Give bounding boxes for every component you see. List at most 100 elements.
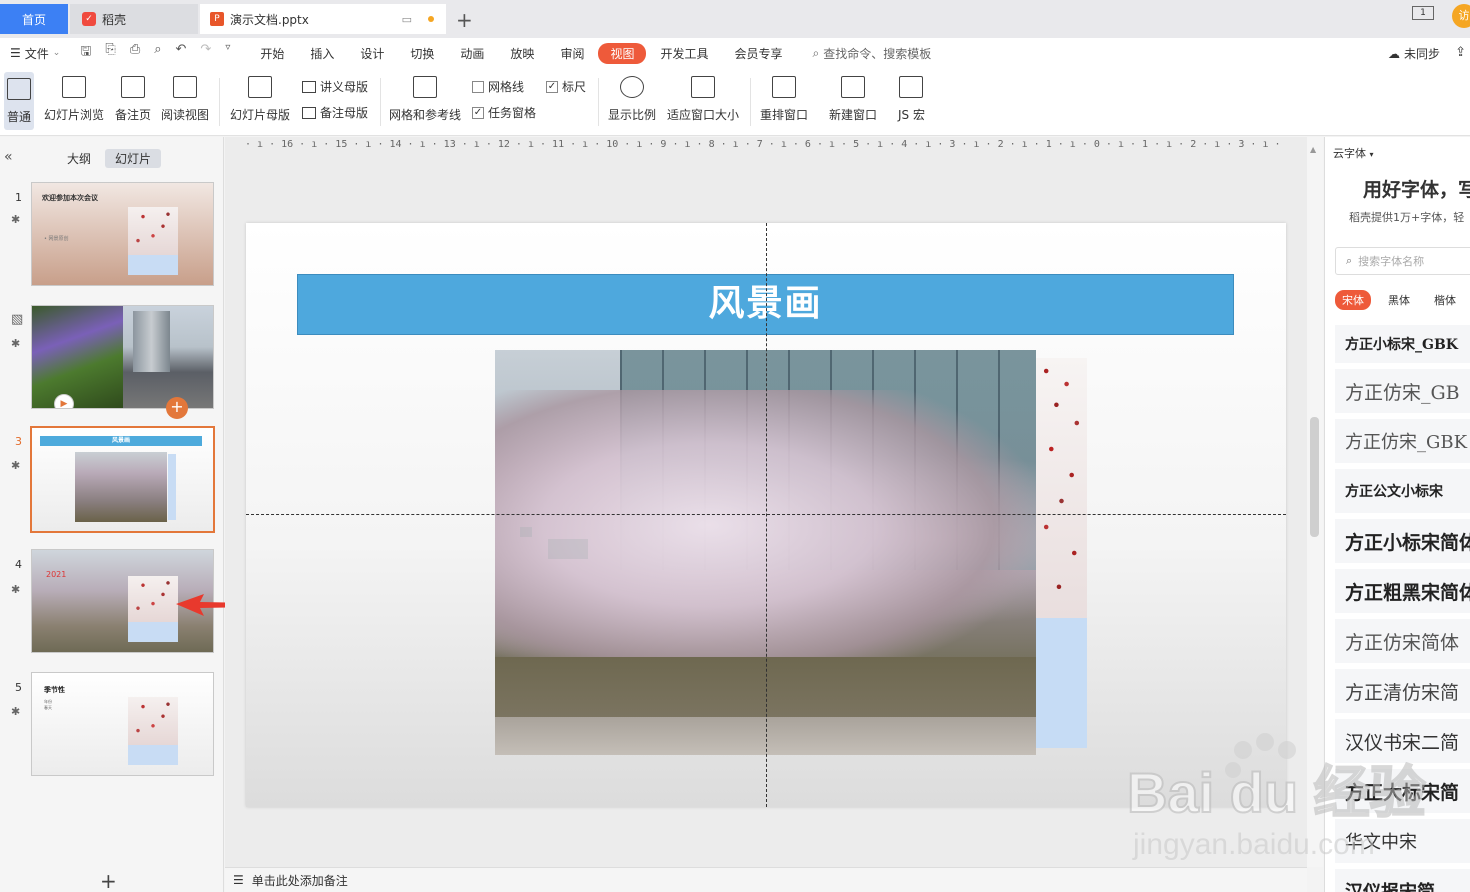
window-count-icon[interactable]: 1 xyxy=(1412,6,1434,20)
slide-thumbnail-4[interactable]: 2021 xyxy=(31,549,214,653)
scrollbar-thumb[interactable] xyxy=(1310,417,1319,537)
tab-start[interactable]: 开始 xyxy=(248,43,296,64)
command-search[interactable]: ⌕ 查找命令、搜索模板 xyxy=(813,45,932,62)
notes-master-button[interactable]: 备注母版 xyxy=(302,104,368,121)
tab-member[interactable]: 会员专享 xyxy=(722,43,794,64)
font-item[interactable]: 方正粗黑宋简体 xyxy=(1335,569,1470,613)
font-item[interactable]: 方正大标宋简 xyxy=(1335,769,1470,813)
tab-daoke[interactable]: ✓ 稻壳 xyxy=(70,4,198,34)
slide-thumbnail-3[interactable]: 风景画 xyxy=(30,426,215,533)
sync-status-label: 未同步 xyxy=(1403,47,1440,61)
font-item[interactable]: 方正仿宋简体 xyxy=(1335,619,1470,663)
grid-guides-label: 网格和参考线 xyxy=(389,108,462,122)
print-icon[interactable]: ⎙ xyxy=(130,42,140,64)
arrange-windows-button[interactable]: 重排窗口 xyxy=(760,76,808,123)
undo-icon[interactable]: ↶ xyxy=(176,42,187,64)
new-tab-button[interactable]: + xyxy=(456,8,473,32)
js-macro-button[interactable]: JS 宏 xyxy=(898,76,925,123)
font-item[interactable]: 方正小标宋简体 xyxy=(1335,519,1470,563)
tab-review[interactable]: 审阅 xyxy=(548,43,596,64)
reading-view-button[interactable]: 阅读视图 xyxy=(161,76,209,123)
play-icon[interactable]: ▶ xyxy=(54,394,74,408)
print-preview-icon[interactable]: ⌕ xyxy=(154,42,161,64)
customize-chevron-icon[interactable]: ▿ xyxy=(225,42,230,64)
slide-thumbnail-2[interactable]: ▶ xyxy=(31,305,214,409)
tab-view[interactable]: 视图 xyxy=(598,42,647,64)
cloud-icon: ☁ xyxy=(1387,46,1400,61)
task-pane-checkbox[interactable]: ✓ 任务窗格 xyxy=(472,104,536,121)
tab-document[interactable]: P 演示文档.pptx ▭ xyxy=(200,4,446,34)
tab-outline[interactable]: 大纲 xyxy=(57,149,101,168)
slide-thumb-title: 季节性 xyxy=(44,686,65,694)
slide-background: 欢迎参加本次会议 • 网景原创 xyxy=(32,183,213,285)
font-item[interactable]: 方正仿宋_GBK xyxy=(1335,419,1470,463)
export-pdf-icon[interactable]: ⎘ xyxy=(105,42,115,64)
blossom-card-image[interactable] xyxy=(1036,358,1087,748)
ruler-label: 标尺 xyxy=(562,80,587,94)
horizontal-ruler: · ı · 16 · ı · 15 · ı · 14 · ı · 13 · ı … xyxy=(245,139,1285,150)
new-slide-button[interactable]: + xyxy=(100,869,117,892)
filter-kaiti[interactable]: 楷体 xyxy=(1427,290,1463,310)
tab-insert[interactable]: 插入 xyxy=(298,43,346,64)
star-icon[interactable]: ✱ xyxy=(11,337,20,350)
file-menu[interactable]: ☰ 文件 ⌄ xyxy=(10,45,60,62)
slide-thumb-title: 欢迎参加本次会议 xyxy=(42,194,98,202)
slide-thumbnail-5[interactable]: 季节性 年份 春天 xyxy=(31,672,214,776)
slide-number: 4 xyxy=(15,558,22,571)
vertical-guide[interactable] xyxy=(766,223,767,807)
font-item[interactable]: 方正仿宋_GB xyxy=(1335,369,1470,413)
slide-sorter-button[interactable]: 幻灯片浏览 xyxy=(44,76,104,123)
star-icon[interactable]: ✱ xyxy=(11,459,20,472)
tab-developer[interactable]: 开发工具 xyxy=(648,43,720,64)
monitor-icon[interactable]: ▭ xyxy=(402,13,412,26)
grid-guides-button[interactable]: 网格和参考线 xyxy=(389,76,461,123)
notes-page-button[interactable]: 备注页 xyxy=(115,76,151,123)
star-icon[interactable]: ✱ xyxy=(11,213,20,226)
command-search-placeholder: 查找命令、搜索模板 xyxy=(823,46,932,61)
zoom-button[interactable]: 显示比例 xyxy=(608,76,656,123)
collapse-panel-icon[interactable]: « xyxy=(4,149,13,165)
font-item[interactable]: 方正小标宋_GBK xyxy=(1335,325,1470,363)
filter-heiti[interactable]: 黑体 xyxy=(1381,290,1417,310)
font-item[interactable]: 方正公文小标宋 xyxy=(1335,469,1470,513)
redo-icon[interactable]: ↷ xyxy=(200,42,211,64)
new-window-button[interactable]: 新建窗口 xyxy=(829,76,877,123)
tab-animation[interactable]: 动画 xyxy=(448,43,496,64)
font-item[interactable]: 华文中宋 xyxy=(1335,819,1470,863)
font-item[interactable]: 方正清仿宋简 xyxy=(1335,669,1470,713)
font-item[interactable]: 汉仪书宋二简 xyxy=(1335,719,1470,763)
star-icon[interactable]: ✱ xyxy=(11,583,20,596)
font-search-input[interactable]: ⌕ 搜索字体名称 xyxy=(1335,247,1470,275)
font-search-placeholder: 搜索字体名称 xyxy=(1358,255,1425,268)
save-icon[interactable]: 🖫 xyxy=(80,42,91,64)
fit-window-button[interactable]: 适应窗口大小 xyxy=(667,76,739,123)
animation-icon[interactable]: ▧ xyxy=(11,312,23,327)
normal-view-button[interactable]: 普通 xyxy=(4,72,35,130)
slide-canvas[interactable]: · ı · 16 · ı · 15 · ı · 14 · ı · 13 · ı … xyxy=(225,137,1307,867)
canvas-scrollbar[interactable]: ▲ xyxy=(1307,137,1323,867)
gridlines-checkbox[interactable]: 网格线 xyxy=(472,78,524,95)
star-icon[interactable]: ✱ xyxy=(11,705,20,718)
tab-transition[interactable]: 切换 xyxy=(398,43,446,64)
tab-home[interactable]: 首页 xyxy=(0,4,68,34)
filter-songti[interactable]: 宋体 xyxy=(1335,290,1371,310)
tab-slideshow[interactable]: 放映 xyxy=(498,43,546,64)
cloud-font-dropdown[interactable]: 云字体 ▾ xyxy=(1333,145,1374,161)
horizontal-guide[interactable] xyxy=(246,514,1286,515)
tab-slides[interactable]: 幻灯片 xyxy=(105,149,162,168)
visitor-avatar[interactable]: 访 xyxy=(1452,4,1470,28)
tab-design[interactable]: 设计 xyxy=(348,43,396,64)
slide-master-button[interactable]: 幻灯片母版 xyxy=(230,76,290,123)
share-icon[interactable]: ⇪ xyxy=(1455,45,1466,60)
add-slide-icon[interactable]: + xyxy=(166,397,188,419)
font-item[interactable]: 汉仪报宋简 xyxy=(1335,869,1470,892)
sync-status[interactable]: ☁ 未同步 xyxy=(1388,45,1440,62)
ruler-checkbox[interactable]: ✓ 标尺 xyxy=(546,78,586,95)
handout-master-button[interactable]: 讲义母版 xyxy=(302,78,368,95)
scroll-up-icon[interactable]: ▲ xyxy=(1310,145,1316,154)
notes-master-label: 备注母版 xyxy=(320,106,369,120)
cloud-font-panel: 云字体 ▾ 用好字体，写 稻壳提供1万+字体，轻 ⌕ 搜索字体名称 宋体 黑体 … xyxy=(1324,137,1470,892)
notes-bar[interactable]: ☰ 单击此处添加备注 xyxy=(225,867,1307,892)
slide-thumbnail-1[interactable]: 欢迎参加本次会议 • 网景原创 xyxy=(31,182,214,286)
grid-icon xyxy=(413,76,437,98)
